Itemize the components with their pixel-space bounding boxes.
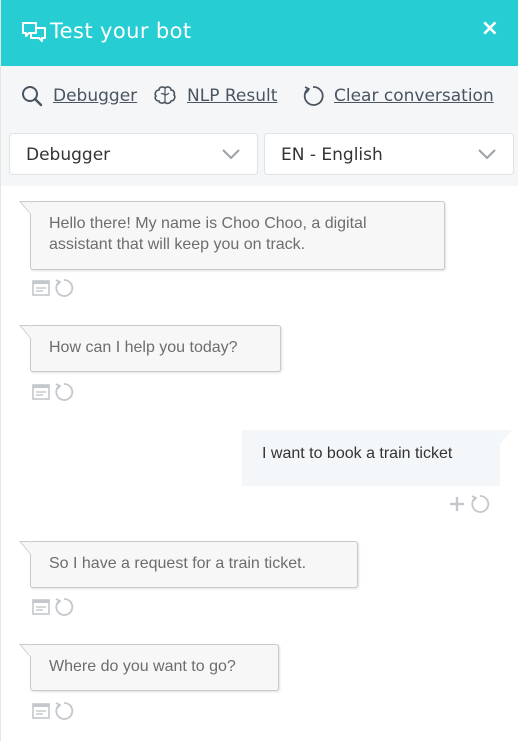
mode-select-value: Debugger (26, 145, 111, 165)
clear-conversation-link[interactable]: Clear conversation (302, 84, 494, 108)
panel-title: Test your bot (50, 19, 192, 43)
mode-select[interactable]: Debugger (9, 133, 258, 175)
message-actions (32, 278, 74, 298)
replay-icon[interactable] (470, 494, 490, 514)
brain-icon (154, 86, 176, 105)
clear-conversation-label: Clear conversation (334, 86, 494, 106)
test-bot-panel: Test your bot × Debugger NLP Result Clea… (0, 0, 518, 741)
bot-message: So I have a request for a train ticket. (19, 541, 358, 588)
message-actions (32, 597, 74, 617)
replay-icon[interactable] (54, 701, 74, 721)
bot-message: Hello there! My name is Choo Choo, a dig… (19, 201, 445, 270)
debugger-label: Debugger (53, 86, 138, 106)
message-actions (448, 494, 490, 514)
chat-bubbles-icon (22, 22, 46, 42)
document-icon[interactable] (32, 279, 50, 297)
chevron-down-icon (222, 149, 240, 160)
message-text: Hello there! My name is Choo Choo, a dig… (49, 215, 367, 253)
language-select-value: EN - English (281, 145, 383, 165)
message-text: So I have a request for a train ticket. (49, 555, 307, 572)
message-text: I want to book a train ticket (262, 445, 453, 462)
bot-message: How can I help you today? (19, 325, 281, 372)
debugger-link[interactable]: Debugger (21, 84, 137, 108)
replay-icon[interactable] (54, 597, 74, 617)
replay-icon[interactable] (54, 278, 74, 298)
search-icon (22, 86, 43, 107)
chevron-down-icon (478, 149, 496, 160)
close-icon[interactable]: × (481, 16, 499, 41)
user-message: I want to book a train ticket (242, 430, 512, 486)
panel-header: Test your bot × (1, 0, 518, 66)
toolbar: Debugger NLP Result Clear conversation D… (1, 66, 518, 186)
message-text: How can I help you today? (49, 339, 238, 356)
message-actions (32, 701, 74, 721)
nlp-result-link[interactable]: NLP Result (153, 84, 277, 108)
conversation: Hello there! My name is Choo Choo, a dig… (1, 186, 518, 741)
message-actions (32, 382, 74, 402)
add-icon[interactable] (448, 495, 466, 513)
replay-icon[interactable] (54, 382, 74, 402)
bot-message: Where do you want to go? (19, 644, 279, 691)
nlp-result-label: NLP Result (187, 86, 278, 106)
message-text: Where do you want to go? (49, 658, 236, 675)
document-icon[interactable] (32, 598, 50, 616)
document-icon[interactable] (32, 383, 50, 401)
language-select[interactable]: EN - English (264, 133, 514, 175)
document-icon[interactable] (32, 702, 50, 720)
refresh-icon (303, 86, 324, 106)
